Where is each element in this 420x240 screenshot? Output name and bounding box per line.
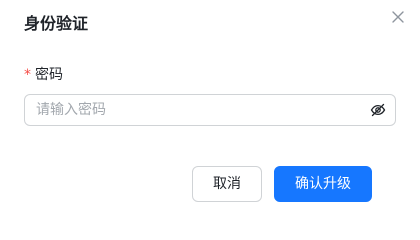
eye-off-icon [370,103,386,117]
cancel-button[interactable]: 取消 [192,166,262,202]
password-visibility-toggle[interactable] [370,102,386,118]
confirm-upgrade-button[interactable]: 确认升级 [274,166,372,202]
password-label: * 密码 [24,66,63,84]
password-input[interactable] [36,95,366,125]
dialog-title: 身份验证 [24,14,89,33]
auth-dialog: 身份验证 * 密码 取消 确认升级 [0,0,420,234]
required-mark: * [24,67,31,83]
password-label-text: 密码 [35,67,63,83]
close-button[interactable] [390,9,406,25]
password-field [24,94,396,126]
close-icon [392,11,404,23]
